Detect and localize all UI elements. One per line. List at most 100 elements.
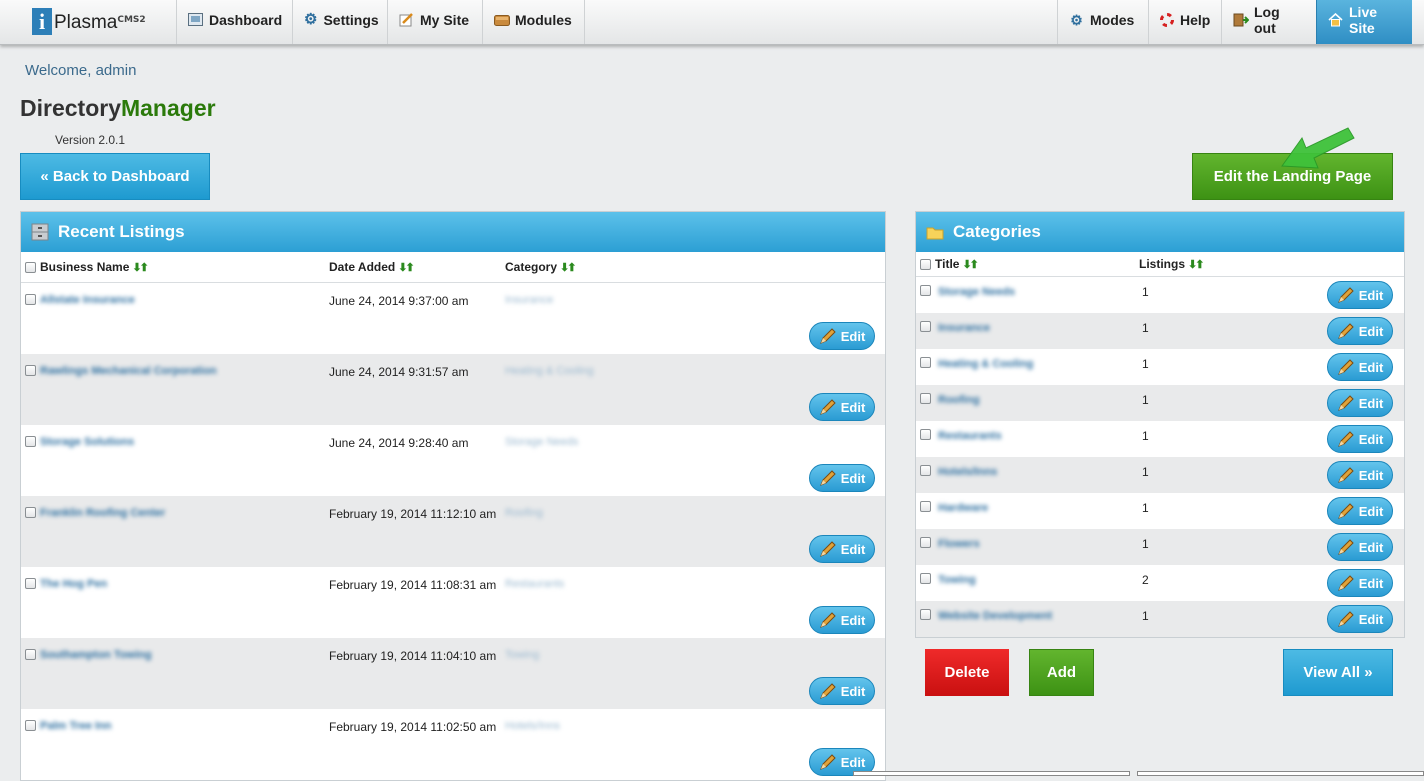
row-checkbox[interactable]	[920, 573, 931, 584]
add-button[interactable]: Add	[1029, 649, 1094, 696]
edit-category-button[interactable]: Edit	[1327, 605, 1393, 633]
edit-listing-button[interactable]: Edit	[809, 322, 875, 350]
row-checkbox[interactable]	[920, 501, 931, 512]
pencil-icon	[819, 541, 836, 557]
pencil-icon	[819, 754, 836, 770]
row-checkbox[interactable]	[25, 720, 36, 731]
recent-listings-header: Recent Listings	[21, 212, 885, 252]
category-title-link[interactable]: Insurance	[938, 322, 990, 334]
edit-category-button[interactable]: Edit	[1327, 569, 1393, 597]
edit-category-button[interactable]: Edit	[1327, 389, 1393, 417]
row-checkbox[interactable]	[25, 365, 36, 376]
edit-listing-button[interactable]: Edit	[809, 535, 875, 563]
business-name-link[interactable]: Storage Solutions	[40, 436, 134, 448]
edit-label: Edit	[1358, 539, 1384, 555]
sort-arrows-icon[interactable]: ⬇⬆	[398, 262, 415, 274]
row-checkbox[interactable]	[920, 465, 931, 476]
business-name-link[interactable]: Franklin Roofing Center	[40, 507, 165, 519]
category-link[interactable]: Towing	[505, 649, 539, 661]
category-title-link[interactable]: Hotels/Inns	[938, 466, 997, 478]
row-checkbox[interactable]	[25, 507, 36, 518]
recent-listings-title: Recent Listings	[58, 222, 185, 241]
nav-help[interactable]: Help	[1148, 0, 1221, 44]
edit-category-button[interactable]: Edit	[1327, 317, 1393, 345]
col-business-name[interactable]: Business Name ⬇⬆	[40, 260, 149, 274]
back-to-dashboard-button[interactable]: « Back to Dashboard	[20, 153, 210, 200]
edit-category-button[interactable]: Edit	[1327, 425, 1393, 453]
row-checkbox[interactable]	[920, 429, 931, 440]
pencil-icon	[1337, 575, 1354, 591]
category-title-link[interactable]: Storage Needs	[938, 286, 1015, 298]
edit-category-button[interactable]: Edit	[1327, 533, 1393, 561]
sort-arrows-icon[interactable]: ⬇⬆	[560, 262, 577, 274]
category-link[interactable]: Restaurants	[505, 578, 564, 590]
row-checkbox[interactable]	[920, 393, 931, 404]
edit-category-button[interactable]: Edit	[1327, 461, 1393, 489]
edit-category-button[interactable]: Edit	[1327, 353, 1393, 381]
row-checkbox[interactable]	[920, 357, 931, 368]
category-link[interactable]: Roofing	[505, 507, 543, 519]
row-checkbox[interactable]	[920, 321, 931, 332]
category-title-link[interactable]: Hardware	[938, 502, 988, 514]
business-name-link[interactable]: Allstate Insurance	[40, 294, 135, 306]
row-checkbox[interactable]	[25, 294, 36, 305]
col-listings[interactable]: Listings ⬇⬆	[1139, 257, 1205, 271]
edit-listing-button[interactable]: Edit	[809, 677, 875, 705]
nav-settings[interactable]: ⚙ Settings	[292, 0, 387, 44]
sort-arrows-icon[interactable]: ⬇⬆	[132, 262, 149, 274]
row-checkbox[interactable]	[25, 578, 36, 589]
category-link[interactable]: Insurance	[505, 294, 553, 306]
category-link[interactable]: Hotels/Inns	[505, 720, 560, 732]
recent-listings-panel: Recent Listings Business Name ⬇⬆ Date Add…	[20, 211, 886, 781]
row-checkbox[interactable]	[920, 609, 931, 620]
category-title-link[interactable]: Website Development	[938, 610, 1052, 622]
delete-button[interactable]: Delete	[925, 649, 1009, 696]
category-title-link[interactable]: Roofing	[938, 394, 980, 406]
categories-title: Categories	[953, 222, 1041, 241]
date-added: June 24, 2014 9:37:00 am	[329, 294, 469, 308]
sort-arrows-icon[interactable]: ⬇⬆	[962, 259, 979, 271]
top-navbar: i Plasma CMS2 Dashboard ⚙ Settings My Si…	[0, 0, 1424, 45]
edit-label: Edit	[1358, 287, 1384, 303]
row-checkbox[interactable]	[920, 285, 931, 296]
table-row: Towing 2 Edit	[916, 565, 1404, 601]
lifebuoy-icon	[1160, 13, 1174, 27]
edit-listing-button[interactable]: Edit	[809, 393, 875, 421]
select-all-categories-checkbox[interactable]	[920, 258, 931, 270]
nav-live-site[interactable]: Live Site	[1316, 0, 1412, 44]
sort-arrows-icon[interactable]: ⬇⬆	[1188, 259, 1205, 271]
edit-listing-button[interactable]: Edit	[809, 606, 875, 634]
category-title-link[interactable]: Towing	[938, 574, 976, 586]
category-title-link[interactable]: Flowers	[938, 538, 980, 550]
plasma-cms-logo[interactable]: i Plasma CMS2	[32, 8, 146, 36]
select-all-listings-checkbox[interactable]	[25, 261, 36, 273]
category-link[interactable]: Storage Needs	[505, 436, 578, 448]
table-row: Hardware 1 Edit	[916, 493, 1404, 529]
category-title-link[interactable]: Restaurants	[938, 430, 1002, 442]
col-category[interactable]: Category ⬇⬆	[505, 260, 577, 274]
category-title-link[interactable]: Heating & Cooling	[938, 358, 1033, 370]
business-name-link[interactable]: Southampton Towing	[40, 649, 152, 661]
business-name-link[interactable]: The Hog Pen	[40, 578, 107, 590]
row-checkbox[interactable]	[920, 537, 931, 548]
col-title[interactable]: Title ⬇⬆	[935, 257, 979, 271]
col-date-added[interactable]: Date Added ⬇⬆	[329, 260, 415, 274]
listings-count: 2	[1142, 573, 1149, 587]
door-icon	[1233, 13, 1250, 27]
nav-modules[interactable]: Modules	[482, 0, 585, 44]
category-link[interactable]: Heating & Cooling	[505, 365, 594, 377]
business-name-link[interactable]: Palm Tree Inn	[40, 720, 112, 732]
pencil-icon	[1337, 323, 1354, 339]
edit-category-button[interactable]: Edit	[1327, 497, 1393, 525]
table-row: Palm Tree Inn February 19, 2014 11:02:50 …	[21, 709, 885, 780]
row-checkbox[interactable]	[25, 649, 36, 660]
row-checkbox[interactable]	[25, 436, 36, 447]
business-name-link[interactable]: Rawlings Mechanical Corporation	[40, 365, 217, 377]
edit-category-button[interactable]: Edit	[1327, 281, 1393, 309]
view-all-button[interactable]: View All »	[1283, 649, 1393, 696]
nav-dashboard[interactable]: Dashboard	[176, 0, 292, 44]
edit-listing-button[interactable]: Edit	[809, 464, 875, 492]
nav-modes[interactable]: ⚙ Modes	[1057, 0, 1148, 44]
nav-my-site[interactable]: My Site	[387, 0, 482, 44]
nav-logout[interactable]: Log out	[1221, 0, 1316, 44]
